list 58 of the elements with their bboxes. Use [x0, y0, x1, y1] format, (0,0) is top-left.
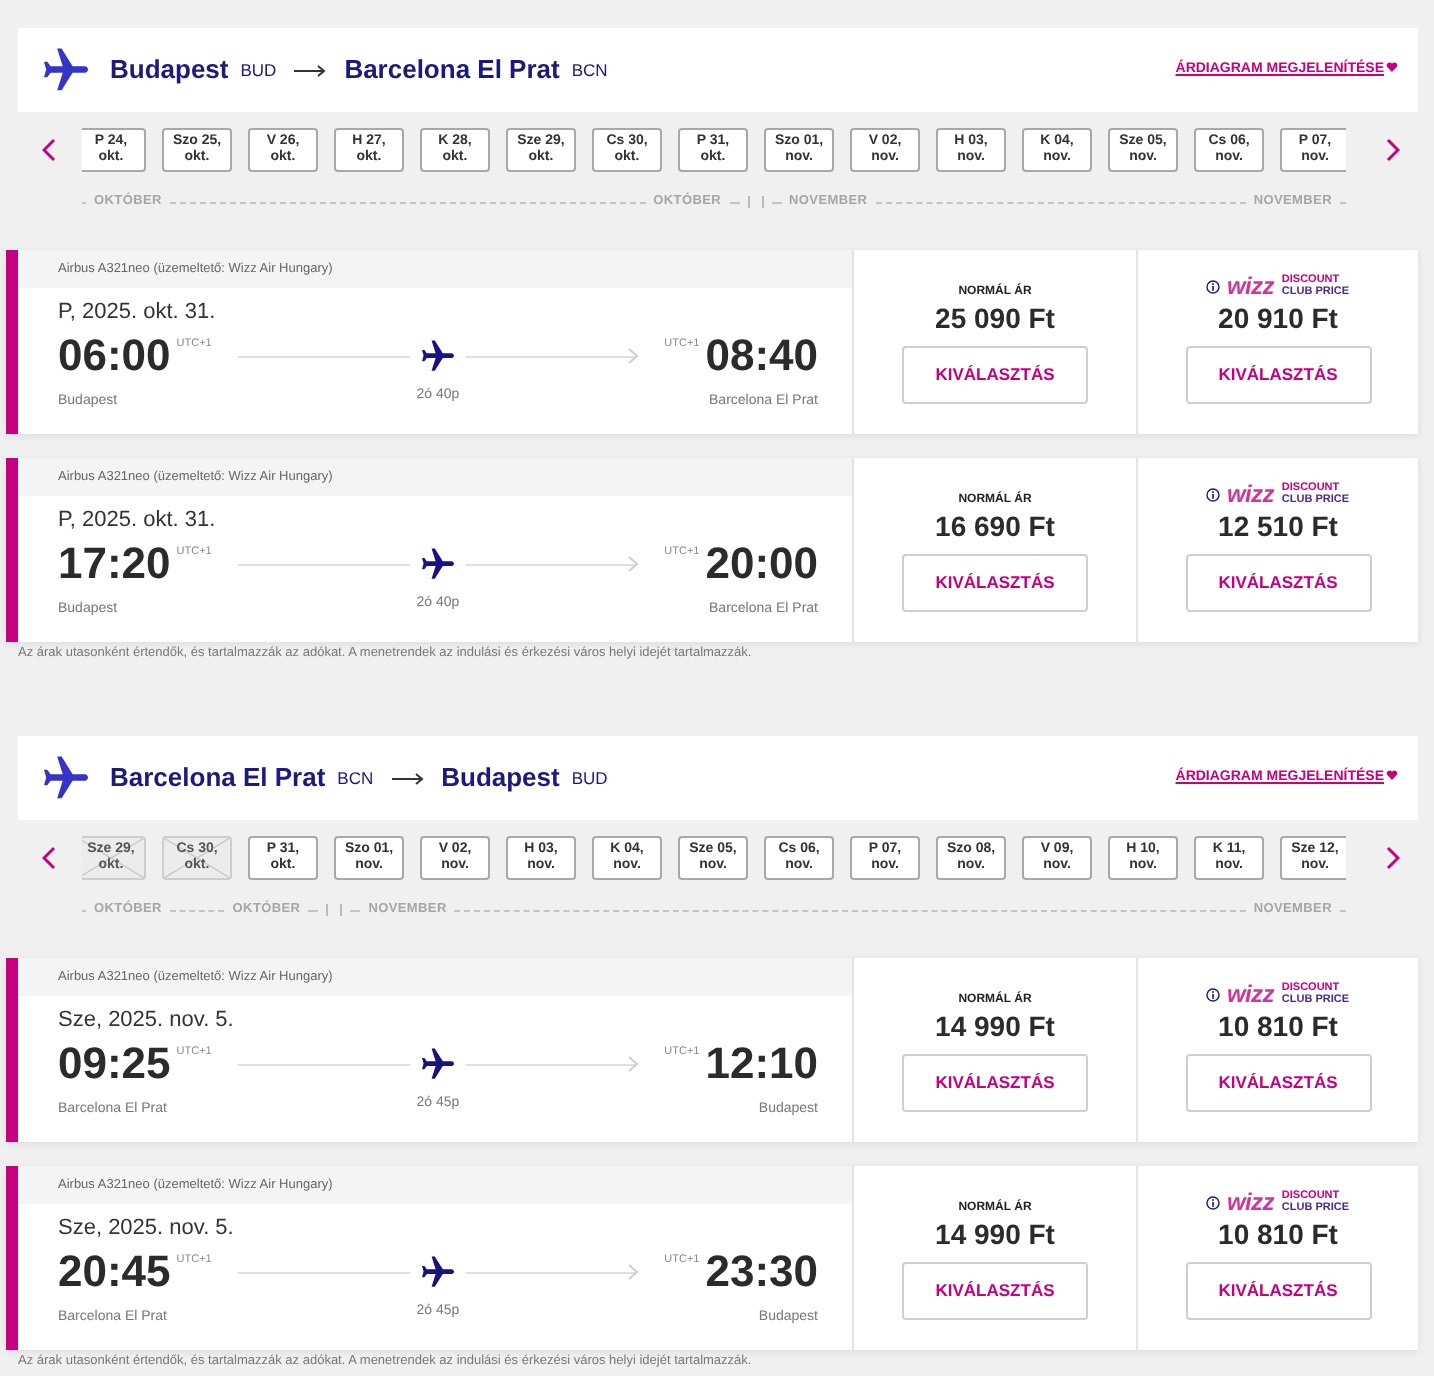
chevron-right-icon[interactable] — [1386, 138, 1400, 162]
destination-code: BCN — [571, 57, 608, 83]
airplane-icon — [422, 1256, 454, 1288]
fare-price: 12 510 Ft — [1218, 510, 1338, 542]
info-icon[interactable] — [1206, 987, 1221, 1001]
select-button[interactable]: KIVÁLASZTÁS — [1185, 1054, 1371, 1112]
select-button[interactable]: KIVÁLASZTÁS — [902, 1262, 1088, 1320]
destination-city: Barcelona El Prat — [344, 52, 560, 89]
chevron-left-icon[interactable] — [42, 138, 56, 162]
fare-price: 10 810 Ft — [1218, 1010, 1338, 1042]
fare-price: 20 910 Ft — [1218, 302, 1338, 334]
fare-price: 16 690 Ft — [935, 510, 1055, 542]
select-button[interactable]: KIVÁLASZTÁS — [902, 554, 1088, 612]
origin-code: BCN — [337, 765, 374, 791]
info-icon[interactable] — [1206, 279, 1221, 293]
logo-wordmark: wizz — [1226, 982, 1274, 1006]
airplane-icon — [422, 548, 454, 580]
fare-price: 25 090 Ft — [935, 302, 1055, 334]
destination-city: Budapest — [441, 760, 560, 797]
info-icon[interactable] — [1206, 487, 1221, 501]
arrival-time: 23:30 — [705, 1248, 818, 1296]
flight-date: Sze, 2025. nov. 5. — [58, 1216, 236, 1242]
departure-time: 09:25 — [58, 1040, 171, 1088]
origin-city: Barcelona El Prat — [110, 760, 326, 797]
departure-time: 20:45 — [58, 1248, 171, 1296]
arrival-time: 08:40 — [705, 332, 818, 380]
logo-wordmark: wizz — [1226, 274, 1274, 298]
select-button[interactable]: KIVÁLASZTÁS — [1185, 554, 1371, 612]
info-icon[interactable] — [1206, 1195, 1221, 1209]
fare-price: 14 990 Ft — [935, 1218, 1055, 1250]
airplane-icon — [422, 340, 454, 372]
heart-icon — [1386, 62, 1398, 73]
select-button[interactable]: KIVÁLASZTÁS — [902, 346, 1088, 404]
heart-icon — [1386, 770, 1398, 781]
select-button[interactable]: KIVÁLASZTÁS — [1185, 1262, 1371, 1320]
logo-wordmark: wizz — [1226, 482, 1274, 506]
airplane-icon — [44, 48, 88, 92]
select-button[interactable]: KIVÁLASZTÁS — [902, 1054, 1088, 1112]
fare-price: 14 990 Ft — [935, 1010, 1055, 1042]
fare-price: 10 810 Ft — [1218, 1218, 1338, 1250]
airplane-icon — [422, 1048, 454, 1080]
arrival-time: 12:10 — [705, 1040, 818, 1088]
origin-city: Budapest — [110, 52, 229, 89]
flight-date: P, 2025. okt. 31. — [58, 508, 218, 534]
origin-code: BUD — [240, 57, 277, 83]
chevron-left-icon[interactable] — [42, 846, 56, 870]
departure-time: 06:00 — [58, 332, 171, 380]
destination-code: BUD — [571, 765, 608, 791]
flight-date: P, 2025. okt. 31. — [58, 300, 218, 326]
arrow-right-icon — [391, 771, 424, 785]
logo-wordmark: wizz — [1226, 1190, 1274, 1214]
arrival-time: 20:00 — [705, 540, 818, 588]
airplane-icon — [44, 756, 88, 800]
arrow-right-icon — [294, 63, 327, 77]
chevron-right-icon[interactable] — [1386, 846, 1400, 870]
flight-date: Sze, 2025. nov. 5. — [58, 1008, 236, 1034]
select-button[interactable]: KIVÁLASZTÁS — [1185, 346, 1371, 404]
departure-time: 17:20 — [58, 540, 171, 588]
